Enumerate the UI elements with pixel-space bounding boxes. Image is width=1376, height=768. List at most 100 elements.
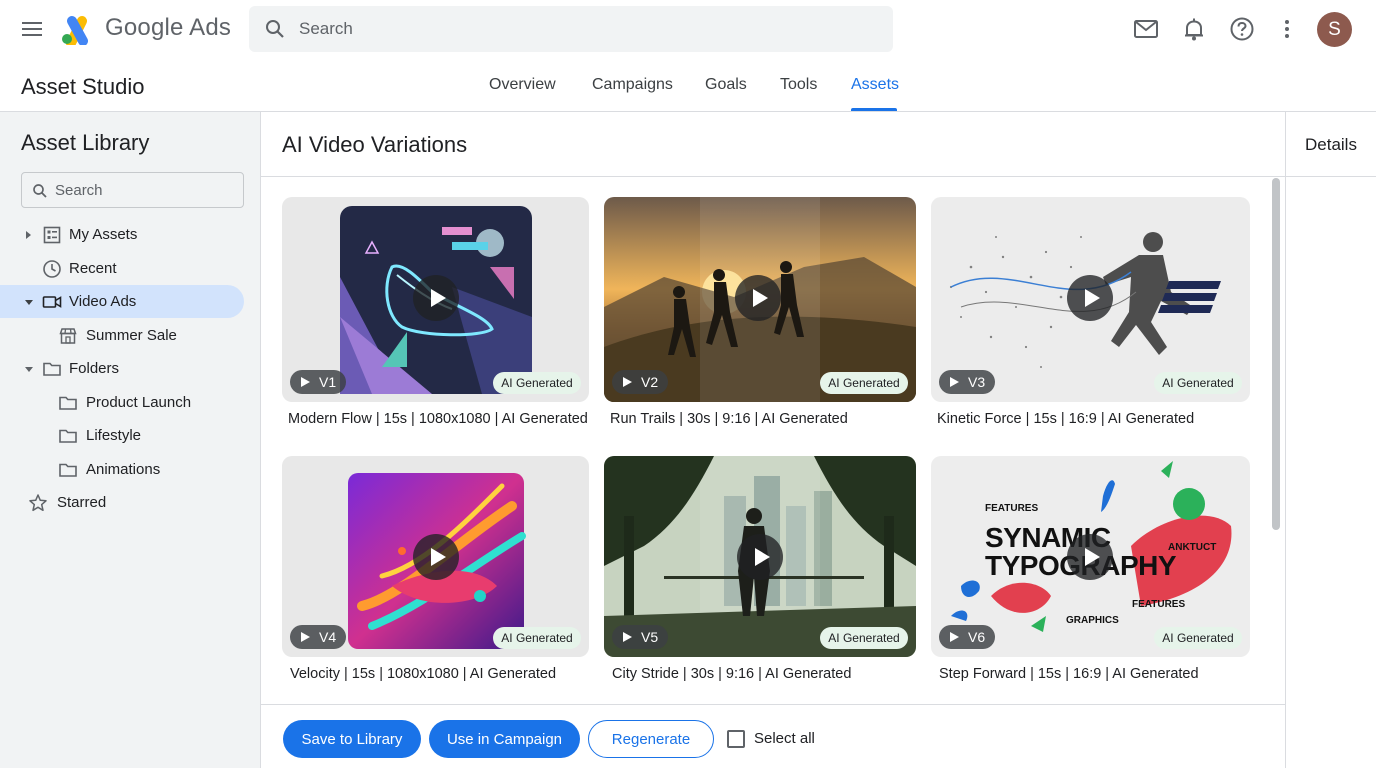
play-icon[interactable] bbox=[1067, 534, 1113, 580]
video-thumbnail[interactable]: V5 AI Generated bbox=[604, 456, 916, 657]
tab-goals[interactable]: Goals bbox=[705, 76, 747, 94]
sidebar-item-my-assets[interactable]: My Assets bbox=[0, 218, 244, 251]
video-thumbnail[interactable]: V2 AI Generated bbox=[604, 197, 916, 402]
thumb-text: FEATURES bbox=[1132, 599, 1186, 610]
sidebar-item-animations[interactable]: Animations bbox=[0, 453, 244, 486]
video-caption: Modern Flow | 15s | 1080x1080 | AI Gener… bbox=[288, 411, 588, 427]
play-icon[interactable] bbox=[413, 534, 459, 580]
sidebar-search[interactable] bbox=[21, 172, 244, 208]
sidebar-item-label: Product Launch bbox=[86, 394, 192, 411]
sidebar-item-summer-sale[interactable]: Summer Sale bbox=[0, 319, 244, 352]
avatar[interactable]: S bbox=[1317, 12, 1352, 47]
sidebar-item-label: Recent bbox=[69, 260, 117, 277]
scrollbar-thumb[interactable] bbox=[1272, 178, 1280, 530]
video-icon bbox=[42, 296, 62, 308]
page-title: Asset Studio bbox=[21, 74, 145, 99]
sidebar-title: Asset Library bbox=[21, 130, 150, 155]
sidebar-search-input[interactable] bbox=[55, 173, 235, 207]
tab-campaigns[interactable]: Campaigns bbox=[592, 76, 673, 94]
search-icon bbox=[266, 20, 284, 38]
save-to-library-button[interactable]: Save to Library bbox=[283, 720, 421, 758]
tab-overview[interactable]: Overview bbox=[489, 76, 556, 94]
ai-generated-badge: AI Generated bbox=[493, 627, 581, 649]
tab-assets[interactable]: Assets bbox=[851, 76, 899, 94]
sidebar-item-video-ads[interactable]: Video Ads bbox=[0, 285, 244, 318]
sidebar-item-product-launch[interactable]: Product Launch bbox=[0, 386, 244, 419]
video-caption: City Stride | 30s | 9:16 | AI Generated bbox=[612, 666, 852, 682]
folder-icon bbox=[59, 429, 77, 443]
main-header: AI Video Variations bbox=[261, 112, 1285, 177]
play-small-icon bbox=[623, 632, 632, 642]
main-panel: AI Video Variations V1 AI Generated Mode… bbox=[261, 112, 1285, 768]
video-caption: Step Forward | 15s | 16:9 | AI Generated bbox=[939, 666, 1199, 682]
more-vert-icon[interactable] bbox=[1274, 16, 1300, 42]
details-panel: Details bbox=[1285, 112, 1376, 768]
ai-generated-badge: AI Generated bbox=[1154, 627, 1242, 649]
grid-icon bbox=[43, 226, 61, 244]
mail-icon[interactable] bbox=[1133, 16, 1159, 42]
thumb-text: GRAPHICS bbox=[1066, 615, 1119, 626]
version-badge: V5 bbox=[612, 625, 668, 649]
sidebar-item-recent[interactable]: Recent bbox=[0, 252, 244, 285]
chevron-down-icon[interactable] bbox=[22, 295, 36, 309]
sidebar-item-folders[interactable]: Folders bbox=[0, 352, 244, 385]
play-small-icon bbox=[950, 632, 959, 642]
ai-generated-badge: AI Generated bbox=[1154, 372, 1242, 394]
chevron-right-icon[interactable] bbox=[22, 228, 36, 242]
chevron-down-icon[interactable] bbox=[22, 362, 36, 376]
video-caption: Run Trails | 30s | 9:16 | AI Generated bbox=[610, 411, 848, 427]
version-badge: V3 bbox=[939, 370, 995, 394]
thumb-text: FEATURES bbox=[985, 503, 1039, 514]
global-search[interactable] bbox=[249, 6, 893, 52]
ai-generated-badge: AI Generated bbox=[820, 627, 908, 649]
sidebar-item-starred[interactable]: Starred bbox=[0, 486, 244, 519]
version-badge: V1 bbox=[290, 370, 346, 394]
search-input[interactable] bbox=[299, 6, 879, 52]
select-all-checkbox[interactable] bbox=[727, 730, 745, 748]
version-badge: V2 bbox=[612, 370, 668, 394]
play-small-icon bbox=[301, 377, 310, 387]
video-thumbnail[interactable]: V1 AI Generated bbox=[282, 197, 589, 402]
folder-icon bbox=[59, 463, 77, 477]
thumb-text: ANKTUCT bbox=[1168, 542, 1217, 553]
bell-icon[interactable] bbox=[1181, 16, 1207, 42]
top-app-bar: Google Ads S bbox=[0, 0, 1376, 60]
sidebar-item-label: Summer Sale bbox=[86, 327, 177, 344]
clock-icon bbox=[43, 260, 61, 278]
use-in-campaign-button[interactable]: Use in Campaign bbox=[429, 720, 580, 758]
video-thumbnail[interactable]: V4 AI Generated bbox=[282, 456, 589, 657]
active-tab-indicator bbox=[851, 108, 897, 111]
search-icon bbox=[33, 184, 47, 198]
regenerate-button[interactable]: Regenerate bbox=[588, 720, 714, 758]
version-badge: V4 bbox=[290, 625, 346, 649]
google-ads-logo[interactable] bbox=[60, 13, 94, 45]
star-icon bbox=[29, 494, 47, 512]
play-icon[interactable] bbox=[413, 275, 459, 321]
sidebar-item-label: Animations bbox=[86, 461, 161, 478]
folder-icon bbox=[59, 396, 77, 410]
video-thumbnail[interactable]: FEATURES SYNAMIC TYPOGRAPHY ANKTUCT FEAT… bbox=[931, 456, 1250, 657]
folder-icon bbox=[43, 362, 61, 376]
store-icon bbox=[59, 328, 77, 344]
play-icon[interactable] bbox=[1067, 275, 1113, 321]
sidebar-item-label: Folders bbox=[69, 360, 120, 377]
tab-tools[interactable]: Tools bbox=[780, 76, 817, 94]
select-all-label[interactable]: Select all bbox=[754, 730, 815, 747]
brand-name: Google Ads bbox=[105, 14, 232, 41]
play-icon[interactable] bbox=[737, 534, 783, 580]
help-icon[interactable] bbox=[1229, 16, 1255, 42]
video-caption: Kinetic Force | 15s | 16:9 | AI Generate… bbox=[937, 411, 1195, 427]
details-header: Details bbox=[1286, 112, 1376, 177]
ai-generated-badge: AI Generated bbox=[493, 372, 581, 394]
version-badge: V6 bbox=[939, 625, 995, 649]
sidebar-item-label: Video Ads bbox=[69, 293, 137, 310]
details-title: Details bbox=[1305, 135, 1357, 154]
asset-library-sidebar: Asset Library My Assets Recent Video Ads bbox=[0, 112, 261, 768]
video-thumbnail[interactable]: V3 AI Generated bbox=[931, 197, 1250, 402]
play-icon[interactable] bbox=[735, 275, 781, 321]
video-caption: Velocity | 15s | 1080x1080 | AI Generate… bbox=[290, 666, 557, 682]
sidebar-item-lifestyle[interactable]: Lifestyle bbox=[0, 419, 244, 452]
sidebar-item-label: Lifestyle bbox=[86, 427, 142, 444]
play-small-icon bbox=[950, 377, 959, 387]
menu-icon[interactable] bbox=[20, 17, 44, 41]
